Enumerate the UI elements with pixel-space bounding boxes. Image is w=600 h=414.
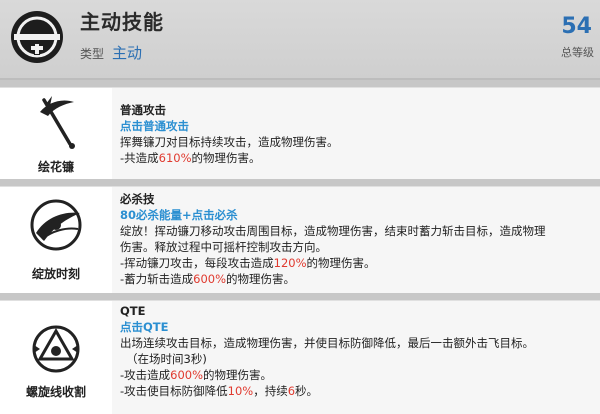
- divider: [0, 293, 600, 300]
- desc-line: 挥舞镰刀对目标持续攻击，造成物理伤害。: [120, 135, 339, 149]
- desc-line: -攻击使目标防御降低10%，持续6秒。: [120, 384, 319, 398]
- skill-command: 80必杀能量+点击必杀: [120, 208, 238, 222]
- desc-line: -共造成610%的物理伤害。: [120, 151, 261, 165]
- divider: [0, 80, 600, 87]
- desc-line: -挥动镰刀攻击，每段攻击造成120%的物理伤害。: [120, 256, 376, 270]
- desc-line: 绽放！挥动镰刀移动攻击周围目标，造成物理伤害，结束时蓄力斩击目标，造成物理: [120, 224, 546, 238]
- skill-name: 螺旋线收割: [25, 385, 86, 399]
- skill-card-qte: 螺旋线收割 QTE 点击QTE 出场连续攻击目标，造成物理伤害，并使目标防御降低…: [0, 300, 600, 414]
- skill-header: 主动技能 类型 主动 54 总等级: [0, 0, 600, 80]
- skill-icon-column: 螺旋线收割: [0, 301, 112, 414]
- skill-command: 点击QTE: [120, 320, 169, 334]
- desc-line: -攻击造成600%的物理伤害。: [120, 368, 273, 382]
- total-level-value: 54: [561, 14, 592, 39]
- total-level-label: 总等级: [561, 46, 594, 59]
- skill-name: 绘花镰: [37, 160, 74, 174]
- skill-title: 必杀技: [120, 192, 155, 206]
- active-skill-icon: [11, 11, 63, 63]
- desc-line: -蓄力斩击造成600%的物理伤害。: [120, 272, 296, 286]
- skill-icon-column: 绘花镰: [0, 88, 112, 180]
- desc-line: （在场时间3秒): [126, 352, 207, 366]
- desc-line: 出场连续攻击目标，造成物理伤害，并使目标防御降低，最后一击额外击飞目标。: [120, 336, 534, 350]
- page-title: 主动技能: [80, 10, 164, 34]
- skill-card-normal-attack: 绘花镰 普通攻击 点击普通攻击 挥舞镰刀对目标持续攻击，造成物理伤害。 -共造成…: [0, 87, 600, 180]
- scythe-icon: [40, 96, 75, 149]
- type-label: 类型: [80, 47, 105, 61]
- bloom-slash-icon: [30, 199, 82, 251]
- skill-description: 必杀技 80必杀能量+点击必杀 绽放！挥动镰刀移动攻击周围目标，造成物理伤害，结…: [120, 191, 596, 287]
- skill-description: QTE 点击QTE 出场连续攻击目标，造成物理伤害，并使目标防御降低，最后一击额…: [120, 303, 596, 399]
- divider: [0, 179, 600, 186]
- spiral-reap-icon: [32, 325, 80, 373]
- skill-name: 绽放时刻: [31, 267, 80, 281]
- skill-title: 普通攻击: [120, 103, 166, 117]
- skill-command: 点击普通攻击: [120, 119, 189, 133]
- skill-title: QTE: [120, 304, 146, 318]
- skill-card-ultimate: 绽放时刻 必杀技 80必杀能量+点击必杀 绽放！挥动镰刀移动攻击周围目标，造成物…: [0, 186, 600, 294]
- skill-icon-column: 绽放时刻: [0, 187, 112, 294]
- type-value: 主动: [112, 44, 143, 62]
- desc-line: 伤害。释放过程中可摇杆控制攻击方向。: [120, 240, 327, 254]
- skill-description: 普通攻击 点击普通攻击 挥舞镰刀对目标持续攻击，造成物理伤害。 -共造成610%…: [120, 102, 596, 166]
